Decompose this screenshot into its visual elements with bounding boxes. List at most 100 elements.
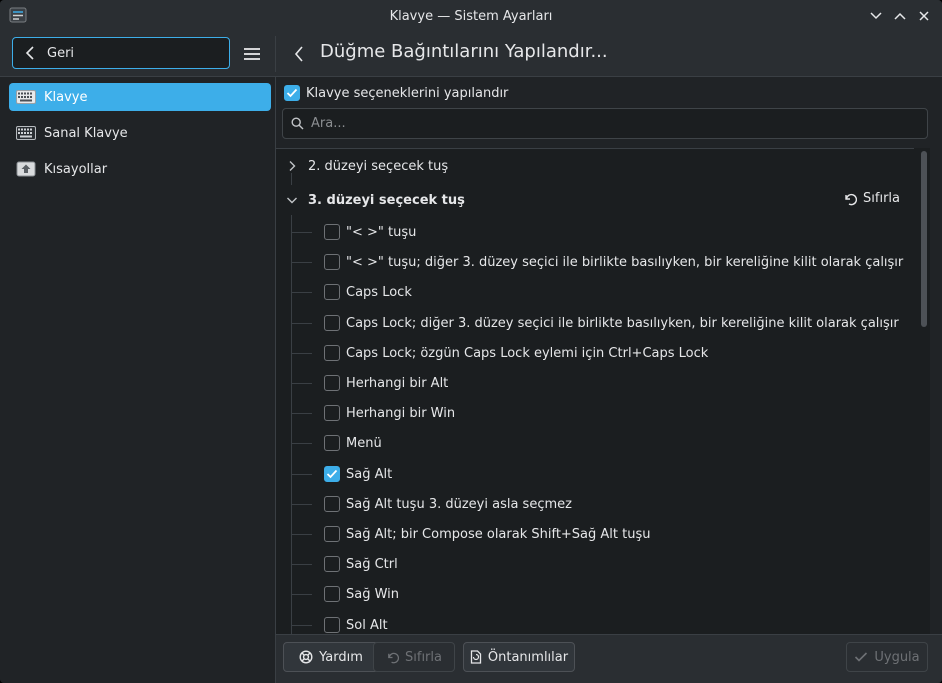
chevron-down-icon[interactable] — [286, 193, 298, 207]
defaults-label: Öntanımlılar — [487, 649, 569, 665]
page-title: Düğme Bağıntılarını Yapılandır... — [320, 41, 608, 62]
sidebar-item-shortcuts[interactable]: Kısayollar — [9, 155, 271, 183]
undo-icon — [388, 652, 399, 663]
option-label: Caps Lock — [346, 284, 412, 300]
tree-connector — [292, 443, 312, 444]
document-defaults-icon — [470, 650, 482, 664]
tree-connector — [292, 534, 312, 535]
checkbox-checked[interactable] — [284, 85, 300, 101]
page-back-icon[interactable] — [288, 42, 310, 66]
option-label: Sağ Alt; bir Compose olarak Shift+Sağ Al… — [346, 526, 651, 542]
option-row[interactable]: Caps Lock — [324, 277, 914, 307]
checkbox[interactable] — [324, 496, 340, 512]
option-row[interactable]: Caps Lock; diğer 3. düzey seçici ile bir… — [324, 308, 914, 338]
group-label: 3. düzeyi seçecek tuş — [308, 192, 465, 208]
sidebar-item-virtual-keyboard[interactable]: Sanal Klavye — [9, 119, 271, 147]
search-field[interactable]: Ara... — [282, 108, 928, 139]
reset-button[interactable]: Sıfırla — [373, 642, 455, 672]
option-row[interactable]: "< >" tuşu; diğer 3. düzey seçici ile bi… — [324, 247, 914, 277]
search-icon — [283, 117, 311, 130]
checkbox-checked[interactable] — [324, 466, 340, 482]
help-lifebuoy-icon — [299, 650, 313, 664]
option-row[interactable]: Sağ Ctrl — [324, 549, 914, 579]
tree-connector — [292, 353, 312, 354]
tree-connector — [292, 474, 312, 475]
maximize-icon[interactable] — [890, 6, 910, 26]
option-label: Caps Lock; diğer 3. düzey seçici ile bir… — [346, 315, 899, 331]
back-button[interactable]: Geri — [12, 37, 230, 69]
checkbox[interactable] — [324, 375, 340, 391]
hamburger-menu-icon[interactable] — [240, 42, 264, 66]
checkbox[interactable] — [324, 526, 340, 542]
bottom-button-bar: Yardım Sıfırla Öntanımlılar Uygula — [276, 634, 942, 683]
configure-options-checkbox[interactable]: Klavye seçeneklerini yapılandır — [284, 85, 508, 101]
checkbox[interactable] — [324, 315, 340, 331]
sidebar-item-label: Klavye — [44, 89, 88, 105]
option-row[interactable]: "< >" tuşu — [324, 217, 914, 247]
checkbox[interactable] — [324, 284, 340, 300]
group-reset-button[interactable]: Sıfırla — [843, 191, 900, 206]
sidebar: Klavye Sanal Klavye Kısayollar — [0, 77, 275, 683]
defaults-button[interactable]: Öntanımlılar — [463, 642, 575, 672]
tree-group-level3[interactable]: 3. düzeyi seçecek tuş Sıfırla — [276, 185, 914, 215]
tree-line — [291, 215, 292, 635]
option-row[interactable]: Caps Lock; özgün Caps Lock eylemi için C… — [324, 338, 914, 368]
scrollbar-thumb[interactable] — [921, 151, 927, 327]
option-row[interactable]: Sağ Win — [324, 579, 914, 609]
settings-window: Klavye — Sistem Ayarları Geri Düğme Bağı… — [0, 0, 942, 683]
sidebar-item-keyboard[interactable]: Klavye — [9, 83, 271, 111]
chevron-right-icon[interactable] — [286, 159, 298, 173]
checkbox[interactable] — [324, 254, 340, 270]
shortcuts-icon — [16, 161, 36, 177]
option-row[interactable]: Herhangi bir Win — [324, 398, 914, 428]
sidebar-item-label: Sanal Klavye — [44, 125, 128, 141]
option-row[interactable]: Menü — [324, 428, 914, 458]
header-separator — [275, 36, 276, 72]
checkbox[interactable] — [324, 556, 340, 572]
option-label: Caps Lock; özgün Caps Lock eylemi için C… — [346, 345, 709, 361]
checkbox[interactable] — [324, 435, 340, 451]
option-row[interactable]: Sol Alt — [324, 610, 914, 635]
tree-connector — [292, 413, 312, 414]
tree-connector — [292, 323, 312, 324]
group-label: 2. düzeyi seçecek tuş — [308, 158, 449, 174]
option-label: Herhangi bir Alt — [346, 375, 449, 391]
option-row[interactable]: Sağ Alt — [324, 459, 914, 489]
option-label: Sağ Alt tuşu 3. düzeyi asla seçmez — [346, 496, 572, 512]
option-label: Menü — [346, 435, 382, 451]
option-label: Sağ Alt — [346, 466, 393, 482]
tree-connector — [292, 292, 312, 293]
options-tree: 2. düzeyi seçecek tuş 3. düzeyi seçecek … — [276, 148, 914, 635]
keyboard-icon — [16, 89, 36, 105]
option-row[interactable]: Herhangi bir Alt — [324, 368, 914, 398]
checkbox[interactable] — [324, 345, 340, 361]
help-button[interactable]: Yardım — [283, 642, 379, 672]
minimize-icon[interactable] — [866, 6, 886, 26]
header-bar: Geri Düğme Bağıntılarını Yapılandır... — [0, 32, 942, 76]
main-panel: Klavye seçeneklerini yapılandır Ara... 2… — [276, 77, 942, 683]
tree-group-level2[interactable]: 2. düzeyi seçecek tuş — [276, 151, 914, 181]
window-title: Klavye — Sistem Ayarları — [389, 8, 553, 24]
checkbox[interactable] — [324, 586, 340, 602]
tree-connector — [292, 564, 312, 565]
sidebar-item-label: Kısayollar — [44, 161, 108, 177]
checkbox[interactable] — [324, 224, 340, 240]
option-label: "< >" tuşu — [346, 224, 417, 240]
reset-label: Sıfırla — [405, 649, 442, 665]
option-label: Sağ Win — [346, 586, 400, 602]
option-label: "< >" tuşu; diğer 3. düzey seçici ile bi… — [346, 254, 904, 270]
group-reset-label: Sıfırla — [863, 191, 900, 206]
tree-connector — [292, 232, 312, 233]
titlebar[interactable]: Klavye — Sistem Ayarları — [0, 0, 942, 32]
help-label: Yardım — [319, 649, 363, 665]
checkbox[interactable] — [324, 405, 340, 421]
back-label: Geri — [47, 45, 75, 61]
option-row[interactable]: Sağ Alt; bir Compose olarak Shift+Sağ Al… — [324, 519, 914, 549]
check-icon — [855, 652, 868, 662]
option-label: Herhangi bir Win — [346, 405, 456, 421]
chevron-left-icon — [13, 45, 47, 61]
close-icon[interactable] — [914, 6, 934, 26]
checkbox[interactable] — [324, 617, 340, 633]
option-row[interactable]: Sağ Alt tuşu 3. düzeyi asla seçmez — [324, 489, 914, 519]
apply-button[interactable]: Uygula — [846, 642, 928, 672]
